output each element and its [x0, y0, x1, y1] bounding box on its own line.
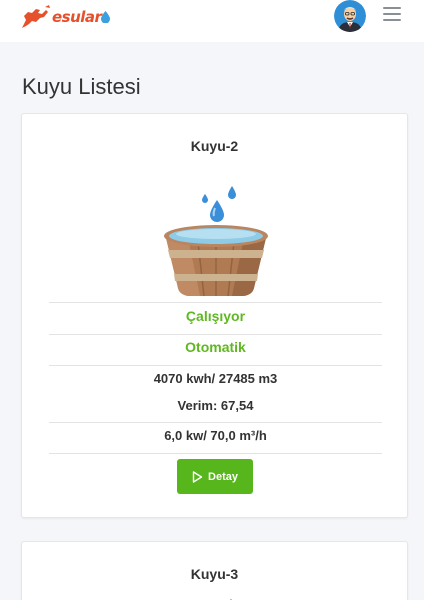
well-name: Kuyu-2 — [190, 138, 239, 154]
power-flow-text: 6,0 kw/ 70,0 m³/h — [164, 428, 267, 443]
well-card: Kuyu-3 — [21, 541, 408, 600]
user-avatar[interactable] — [334, 0, 366, 32]
water-drop-icon — [230, 599, 232, 600]
divider — [49, 365, 382, 366]
avatar-icon — [334, 0, 366, 32]
divider — [49, 453, 382, 454]
status-text: Çalışıyor — [185, 308, 246, 324]
hamburger-menu-icon[interactable] — [383, 6, 401, 22]
detail-button[interactable]: Detay — [177, 459, 253, 494]
divider — [49, 422, 382, 423]
well-name: Kuyu-3 — [190, 566, 239, 582]
page-title: Kuyu Listesi — [22, 74, 141, 99]
mode-text: Otomatik — [185, 339, 246, 355]
divider — [49, 302, 382, 303]
divider — [49, 334, 382, 335]
well-card: Kuyu-2 Çalışıyor Otomatik 4070 kwh/ 2748… — [21, 113, 408, 518]
energy-water-text: 4070 kwh/ 27485 m3 — [153, 371, 278, 386]
top-navbar: esular — [0, 0, 424, 42]
horse-icon — [22, 5, 50, 28]
play-icon — [192, 470, 203, 483]
drop-logo-icon — [101, 11, 111, 23]
logo-text: esular — [52, 8, 102, 26]
efficiency-text: Verim: 67,54 — [177, 398, 254, 413]
brand-logo[interactable]: esular — [20, 2, 111, 32]
detail-button-label: Detay — [208, 470, 238, 483]
water-tub-icon — [164, 186, 268, 297]
